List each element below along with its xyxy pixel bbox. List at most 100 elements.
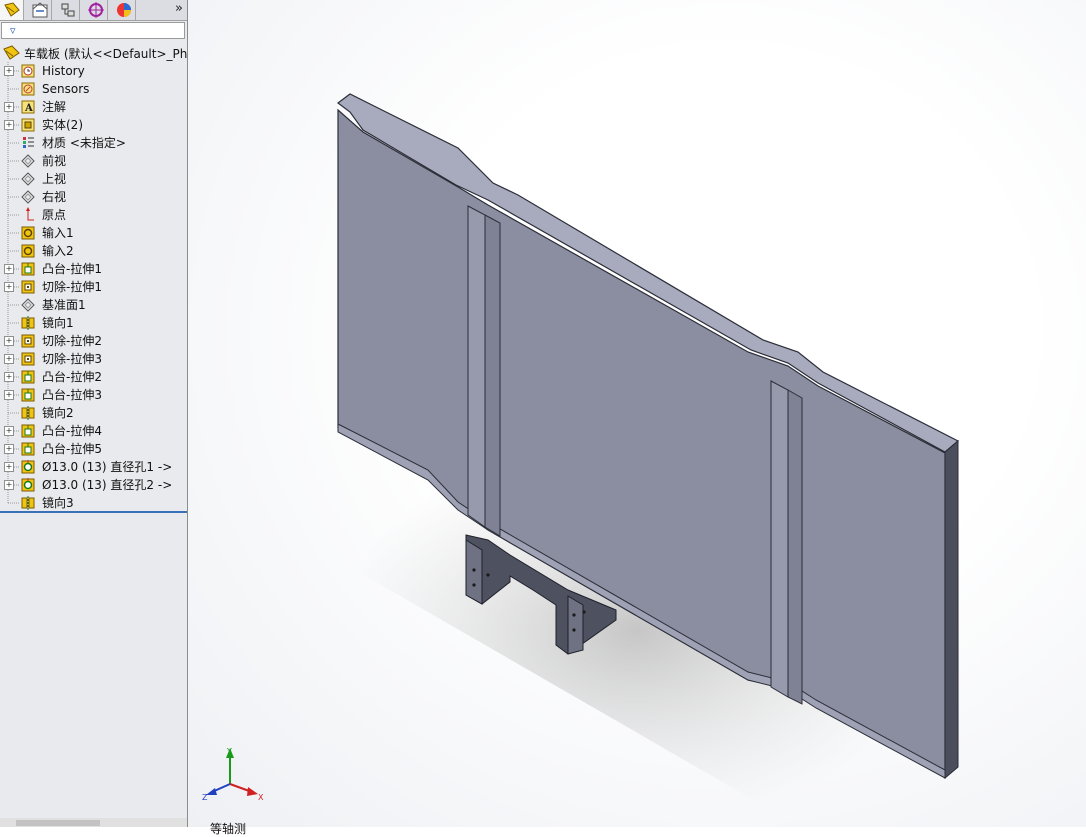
feature-manager-panel: » ▿ 车载板 (默认<<Default>_Pho + History Sensor… <box>0 0 188 827</box>
horizontal-scrollbar[interactable] <box>0 818 187 827</box>
boss-extrude-icon <box>21 442 35 456</box>
bracket-hole <box>472 568 476 572</box>
graphics-area[interactable]: Y X Z 等轴测 <box>188 0 1086 836</box>
bracket-hole <box>472 583 476 587</box>
tree-item-label: 原点 <box>42 208 67 222</box>
stiffener-rib-right <box>770 380 789 698</box>
svg-text:A: A <box>24 103 33 114</box>
imported-body-icon <box>21 244 35 258</box>
expand-toggle-icon[interactable]: + <box>4 336 14 346</box>
tree-item-label: 注解 <box>42 100 67 114</box>
bracket-hole <box>486 573 490 577</box>
bracket-hole <box>582 610 586 614</box>
tree-item[interactable]: 镜向2 <box>0 404 187 422</box>
expand-toggle-icon[interactable]: + <box>4 444 14 454</box>
tree-item-label: 镜向2 <box>42 406 74 420</box>
x-axis-label: X <box>258 793 264 802</box>
plane-icon <box>21 298 35 312</box>
boss-extrude-icon <box>21 262 35 276</box>
tree-item[interactable]: 镜向1 <box>0 314 187 332</box>
expand-toggle-icon[interactable]: + <box>4 264 14 274</box>
expand-toggle-icon[interactable]: + <box>4 480 14 490</box>
expand-toggle-icon[interactable]: + <box>4 426 14 436</box>
boss-extrude-icon <box>21 370 35 384</box>
z-axis-label: Z <box>202 793 208 802</box>
tree-item[interactable]: + Ø13.0 (13) 直径孔1 -> <box>0 458 187 476</box>
tree-item[interactable]: + 凸台-拉伸3 <box>0 386 187 404</box>
mirror-icon <box>21 316 35 330</box>
tree-item-label: 凸台-拉伸2 <box>42 370 102 384</box>
part-3d-view[interactable] <box>188 0 1086 827</box>
tree-item[interactable]: + 凸台-拉伸2 <box>0 368 187 386</box>
x-axis-arrow <box>247 787 258 796</box>
expand-toggle-icon[interactable]: + <box>4 462 14 472</box>
tree-item-label: Sensors <box>42 82 90 96</box>
tree-item-label: 镜向3 <box>42 496 74 510</box>
tree-item-label: 切除-拉伸1 <box>42 280 102 294</box>
hole-wizard-icon <box>21 460 35 474</box>
tree-item[interactable]: 上视 <box>0 170 187 188</box>
plane-icon <box>21 190 35 204</box>
plane-icon <box>21 154 35 168</box>
end-edge <box>944 439 959 780</box>
tree-item[interactable]: Sensors <box>0 80 187 98</box>
bracket-hole <box>572 613 576 617</box>
cut-extrude-icon <box>21 352 35 366</box>
tree-item[interactable]: 材质 <未指定> <box>0 134 187 152</box>
tree-item-label: 凸台-拉伸1 <box>42 262 102 276</box>
tree-item[interactable]: 基准面1 <box>0 296 187 314</box>
tree-item[interactable]: + 凸台-拉伸4 <box>0 422 187 440</box>
stiffener-rib-left <box>467 205 486 528</box>
tree-item-label: 凸台-拉伸4 <box>42 424 102 438</box>
tree-item-label: 材质 <未指定> <box>42 136 126 150</box>
rollback-bar[interactable] <box>0 511 187 513</box>
expand-toggle-icon[interactable]: + <box>4 354 14 364</box>
z-axis-arrow <box>206 788 217 795</box>
tree-item[interactable]: + Ø13.0 (13) 直径孔2 -> <box>0 476 187 494</box>
tree-item[interactable]: + 切除-拉伸3 <box>0 350 187 368</box>
view-orientation-label: 等轴测 <box>210 822 247 836</box>
bracket-face-left <box>465 539 483 605</box>
reference-triad: Y X Z <box>202 747 264 802</box>
history-icon <box>21 64 35 78</box>
tree-item[interactable]: + A 注解 <box>0 98 187 116</box>
tree-item[interactable]: + 实体(2) <box>0 116 187 134</box>
expand-toggle-icon[interactable]: + <box>4 102 14 112</box>
tree-item-label: 切除-拉伸2 <box>42 334 102 348</box>
origin-icon <box>26 207 34 221</box>
tree-item[interactable]: 输入2 <box>0 242 187 260</box>
tree-item[interactable]: + 切除-拉伸1 <box>0 278 187 296</box>
plane-icon <box>21 172 35 186</box>
tree-item[interactable]: 原点 <box>0 206 187 224</box>
tree-item-label: 输入1 <box>42 226 74 240</box>
tree-item-label: 凸台-拉伸3 <box>42 388 102 402</box>
tree-item[interactable]: + 凸台-拉伸5 <box>0 440 187 458</box>
tree-item[interactable]: + 凸台-拉伸1 <box>0 260 187 278</box>
annotations-icon: A <box>21 100 35 114</box>
tree-item[interactable]: 右视 <box>0 188 187 206</box>
tree-item[interactable]: 镜向3 <box>0 494 187 512</box>
tree-item-label: 输入2 <box>42 244 74 258</box>
tree-item-label: 凸台-拉伸5 <box>42 442 102 456</box>
tree-item-label: Ø13.0 (13) 直径孔2 -> <box>42 478 173 492</box>
cut-extrude-icon <box>21 334 35 348</box>
tree-item[interactable]: 前视 <box>0 152 187 170</box>
expand-toggle-icon[interactable]: + <box>4 282 14 292</box>
expand-toggle-icon[interactable]: + <box>4 390 14 400</box>
tree-item[interactable]: + History <box>0 62 187 80</box>
stiffener-rib-right-inner <box>787 389 803 705</box>
bracket-hole <box>572 628 576 632</box>
expand-toggle-icon[interactable]: + <box>4 120 14 130</box>
bracket-face-right <box>567 595 584 655</box>
tree-item-label: 上视 <box>42 172 67 186</box>
scrollbar-thumb[interactable] <box>16 820 100 826</box>
tree-item[interactable]: 输入1 <box>0 224 187 242</box>
imported-body-icon <box>21 226 35 240</box>
hole-wizard-icon <box>21 478 35 492</box>
solid-bodies-icon <box>21 118 35 132</box>
tree-item[interactable]: + 切除-拉伸2 <box>0 332 187 350</box>
stiffener-rib-left-inner <box>484 214 501 537</box>
expand-toggle-icon[interactable]: + <box>4 66 14 76</box>
material-icon <box>23 137 34 148</box>
expand-toggle-icon[interactable]: + <box>4 372 14 382</box>
